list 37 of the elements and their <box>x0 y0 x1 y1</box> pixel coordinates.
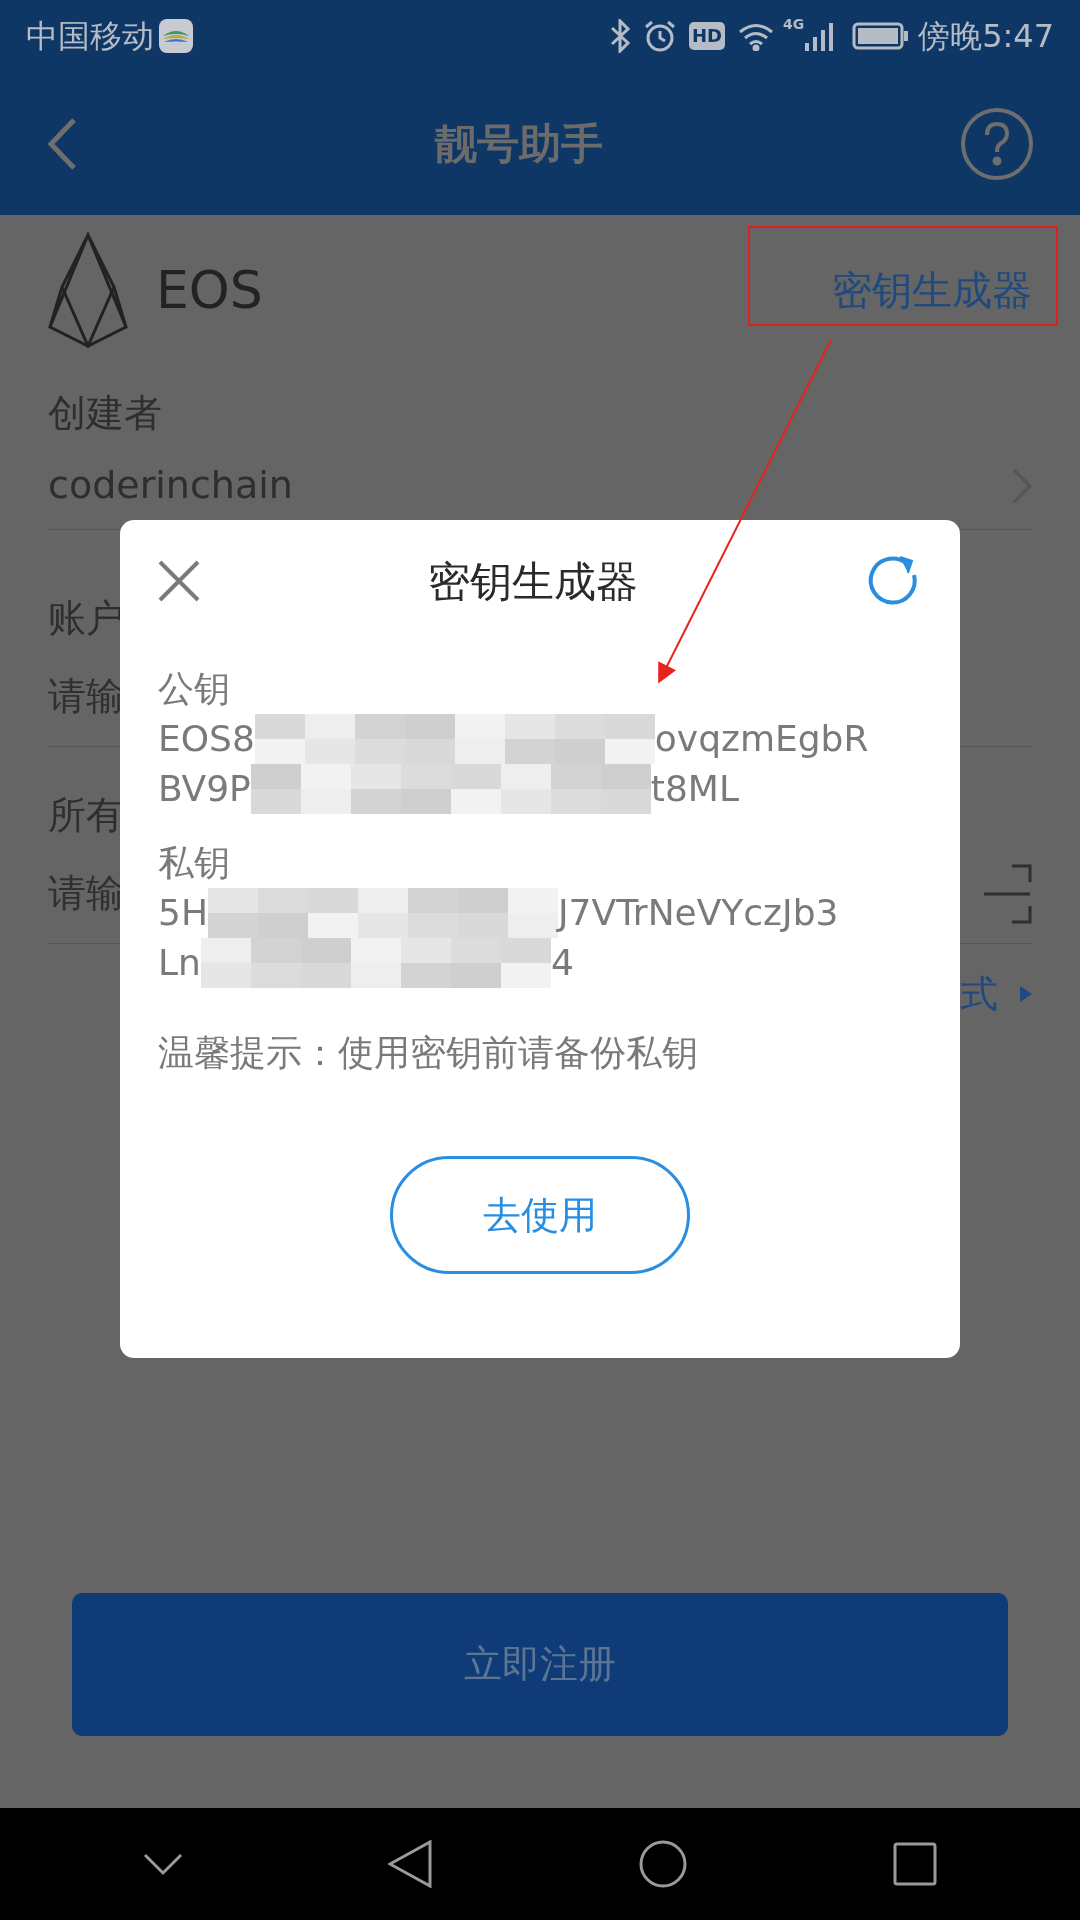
back-icon[interactable] <box>46 116 78 171</box>
use-button[interactable]: 去使用 <box>390 1156 690 1274</box>
page-title: 靓号助手 <box>435 118 603 170</box>
chevron-down-icon[interactable] <box>142 1852 183 1876</box>
register-button[interactable]: 立即注册 <box>72 1593 1008 1736</box>
mode-link[interactable]: 式 <box>960 965 998 1023</box>
bluetooth-icon <box>608 19 631 53</box>
creator-value: coderinchain <box>48 462 293 509</box>
key-text: EOS8 <box>158 717 255 761</box>
clock-time: 傍晚5:47 <box>918 16 1054 57</box>
key-text: ovqzmEgbR <box>654 717 869 761</box>
home-circle-icon[interactable] <box>637 1839 688 1889</box>
network-type: 4G <box>782 15 805 34</box>
key-label: 公钥 <box>158 667 230 711</box>
caret-right-icon <box>1020 986 1032 1002</box>
hd-badge: HD <box>688 22 725 50</box>
eos-logo-icon <box>48 232 128 348</box>
back-triangle-icon[interactable] <box>388 1840 433 1888</box>
recents-square-icon[interactable] <box>893 1842 938 1886</box>
token-name: EOS <box>156 259 263 322</box>
alarm-icon <box>642 19 677 53</box>
key-text: BV9P <box>158 767 251 811</box>
close-icon[interactable] <box>158 560 200 602</box>
battery-icon <box>852 22 911 50</box>
key-text: Ln <box>158 941 201 985</box>
scan-icon[interactable] <box>982 863 1032 924</box>
app-icon <box>158 18 194 54</box>
dialog-title: 密钥生成器 <box>428 555 638 608</box>
carrier-name: 中国移动 <box>26 16 154 57</box>
help-icon[interactable] <box>960 106 1034 181</box>
key-text: 5H <box>158 891 208 935</box>
key-text: J7VTrNeVYczJb3 <box>558 891 839 935</box>
key-text: t8ML <box>650 767 739 811</box>
backup-tip: 温馨提示：使用密钥前请备份私钥 <box>158 1031 698 1075</box>
key-generator-link[interactable]: 密钥生成器 <box>832 260 1032 320</box>
key-text: 4 <box>550 941 574 985</box>
key-label: 私钥 <box>158 841 230 885</box>
